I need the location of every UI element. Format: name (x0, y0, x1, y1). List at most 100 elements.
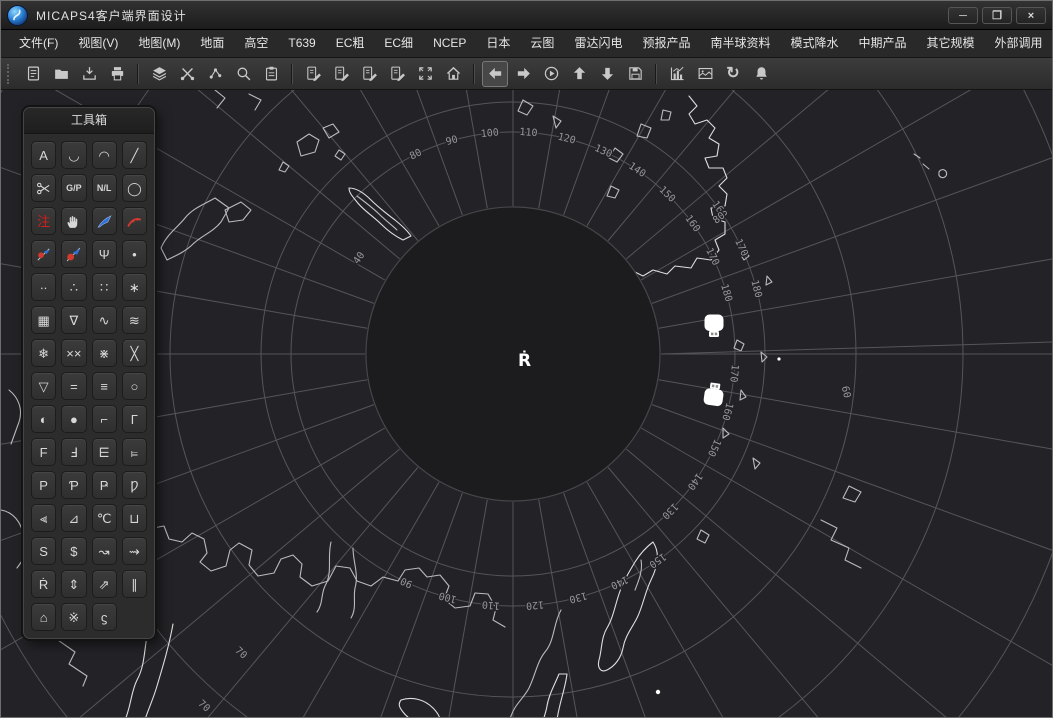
back-button[interactable] (482, 61, 508, 87)
menu-item-surface[interactable]: 地面 (190, 30, 234, 57)
tool-polygon-region[interactable]: ⌂ (31, 603, 56, 631)
tool-snowflake[interactable]: ❄ (31, 339, 56, 367)
tool-half-circle[interactable]: ◐ (31, 405, 56, 433)
tool-pan-hand[interactable] (61, 207, 86, 235)
tool-wind-barb-f4[interactable]: ⫢ (122, 438, 147, 466)
forward-button[interactable] (510, 61, 536, 87)
tool-dot-1[interactable]: • (122, 240, 147, 268)
tool-smooth-line[interactable]: ╱ (122, 141, 147, 169)
chart-stats-button[interactable] (664, 61, 690, 87)
tool-s-arrow-1[interactable]: ↝ (92, 537, 117, 565)
tool-cut-scissors[interactable] (31, 174, 56, 202)
tool-s-shape[interactable]: S (31, 537, 56, 565)
image-product-button[interactable] (692, 61, 718, 87)
tool-circle-outline[interactable]: ○ (122, 372, 147, 400)
tool-closed-region[interactable]: ◯ (122, 174, 147, 202)
tool-pennant-flag[interactable]: ⊿ (61, 504, 86, 532)
menu-item-japan[interactable]: 日本 (476, 30, 520, 57)
tool-s-arrow-2[interactable]: ⇝ (122, 537, 147, 565)
menu-item-ec-coarse[interactable]: EC粗 (326, 30, 375, 57)
toolbox-title[interactable]: 工具箱 (24, 108, 154, 134)
tool-wind-barb-f1[interactable]: F (31, 438, 56, 466)
edit-doc-3-button[interactable] (356, 61, 382, 87)
tool-branch-symbol[interactable]: Ψ (92, 240, 117, 268)
map-area[interactable]: 8090100110120130140150160170180130140150… (1, 90, 1052, 717)
toolbox-panel[interactable]: 工具箱 A◡◠╱G/PN/L◯注Ψ•∙∙∴∷∗▦∇∿≋❄××⋇╳▽=≡○◐●⌐Γ… (23, 107, 155, 639)
tool-wind-flag-p2[interactable]: Ƥ (61, 471, 86, 499)
menu-item-southern-hemisphere[interactable]: 南半球资料 (700, 30, 780, 57)
tool-nl-toggle[interactable]: N/L (92, 174, 117, 202)
tool-wind-flag-p3[interactable]: Ҏ (92, 471, 117, 499)
home-button[interactable] (440, 61, 466, 87)
tool-dots-2[interactable]: ∙∙ (31, 273, 56, 301)
tool-wind-barb-gamma[interactable]: Γ (122, 405, 147, 433)
menu-item-radar-lightning[interactable]: 雷达闪电 (564, 30, 632, 57)
edit-doc-4-button[interactable] (384, 61, 410, 87)
tool-dollar[interactable]: $ (61, 537, 86, 565)
tool-wave-dot[interactable]: ∿ (92, 306, 117, 334)
edit-doc-1-button[interactable] (300, 61, 326, 87)
edit-doc-2-button[interactable] (328, 61, 354, 87)
print-button[interactable] (104, 61, 130, 87)
clipboard-button[interactable] (258, 61, 284, 87)
tool-typhoon[interactable]: ϛ (92, 603, 117, 631)
open-folder-button[interactable] (48, 61, 74, 87)
menu-item-ncep[interactable]: NCEP (423, 30, 476, 57)
menu-item-file[interactable]: 文件(F) (9, 30, 68, 57)
tool-wind-flag-p1[interactable]: P (31, 471, 56, 499)
tool-x-diamond[interactable]: ╳ (122, 339, 147, 367)
tool-bracket-shape[interactable]: ⊔ (122, 504, 147, 532)
up-button[interactable] (566, 61, 592, 87)
alarm-bell-button[interactable] (748, 61, 774, 87)
menu-item-external-call[interactable]: 外部调用 (985, 30, 1053, 57)
import-data-button[interactable] (76, 61, 102, 87)
restore-button[interactable]: ❐ (982, 7, 1012, 24)
menu-item-model-precip[interactable]: 模式降水 (780, 30, 848, 57)
path-nodes-button[interactable] (202, 61, 228, 87)
menu-item-forecast-products[interactable]: 预报产品 (632, 30, 700, 57)
tool-celsius[interactable]: ℃ (92, 504, 117, 532)
preview-search-button[interactable] (230, 61, 256, 87)
tool-equals[interactable]: = (61, 372, 86, 400)
tool-warm-front[interactable] (122, 207, 147, 235)
menu-item-map[interactable]: 地图(M) (128, 30, 190, 57)
tool-annotation[interactable]: 注 (31, 207, 56, 235)
tool-expand-vertical[interactable]: ⇕ (61, 570, 86, 598)
refresh-button[interactable]: ↻ (720, 61, 746, 87)
fit-screen-button[interactable] (412, 61, 438, 87)
tool-dots-5[interactable]: ∗ (122, 273, 147, 301)
tool-wind-barb-heavy[interactable]: ⫷ (31, 504, 56, 532)
tool-wind-flag-p4[interactable]: Ƿ (122, 471, 147, 499)
tool-double-x[interactable]: ×× (61, 339, 86, 367)
menu-item-other-models[interactable]: 其它规模 (917, 30, 985, 57)
menu-item-upper-air[interactable]: 高空 (234, 30, 278, 57)
menu-item-view[interactable]: 视图(V) (68, 30, 128, 57)
tool-front-occluded[interactable] (31, 240, 56, 268)
tool-dots-3[interactable]: ∴ (61, 273, 86, 301)
menu-item-t639[interactable]: T639 (278, 30, 325, 57)
settings-tools-button[interactable] (174, 61, 200, 87)
tool-funnel-x[interactable]: ▽ (31, 372, 56, 400)
tool-dots-4[interactable]: ∷ (92, 273, 117, 301)
tool-double-curve[interactable]: ∥ (122, 570, 147, 598)
tool-wind-barb-small[interactable]: ⌐ (92, 405, 117, 433)
polar-map-canvas[interactable]: 8090100110120130140150160170180130140150… (1, 90, 1052, 717)
tool-triple-x[interactable]: ⋇ (92, 339, 117, 367)
tool-wind-barb-f2[interactable]: Ⅎ (61, 438, 86, 466)
tool-r-dot-tool[interactable]: Ṙ (31, 570, 56, 598)
minimize-button[interactable]: ─ (948, 7, 978, 24)
tool-text[interactable]: A (31, 141, 56, 169)
tool-gp-toggle[interactable]: G/P (61, 174, 86, 202)
tool-scatter-marks[interactable]: ※ (61, 603, 86, 631)
tool-filled-circle[interactable]: ● (61, 405, 86, 433)
tool-wind-arrow[interactable] (92, 207, 117, 235)
toolbar-grip[interactable] (7, 64, 13, 84)
menu-item-medium-range[interactable]: 中期产品 (849, 30, 917, 57)
down-button[interactable] (594, 61, 620, 87)
menu-item-satellite[interactable]: 云图 (520, 30, 564, 57)
tool-funnel-dot[interactable]: ∇ (61, 306, 86, 334)
tool-ne-arrow[interactable]: ⇗ (92, 570, 117, 598)
play-animation-button[interactable] (538, 61, 564, 87)
tool-open-curve[interactable]: ◠ (92, 141, 117, 169)
save-button[interactable] (622, 61, 648, 87)
